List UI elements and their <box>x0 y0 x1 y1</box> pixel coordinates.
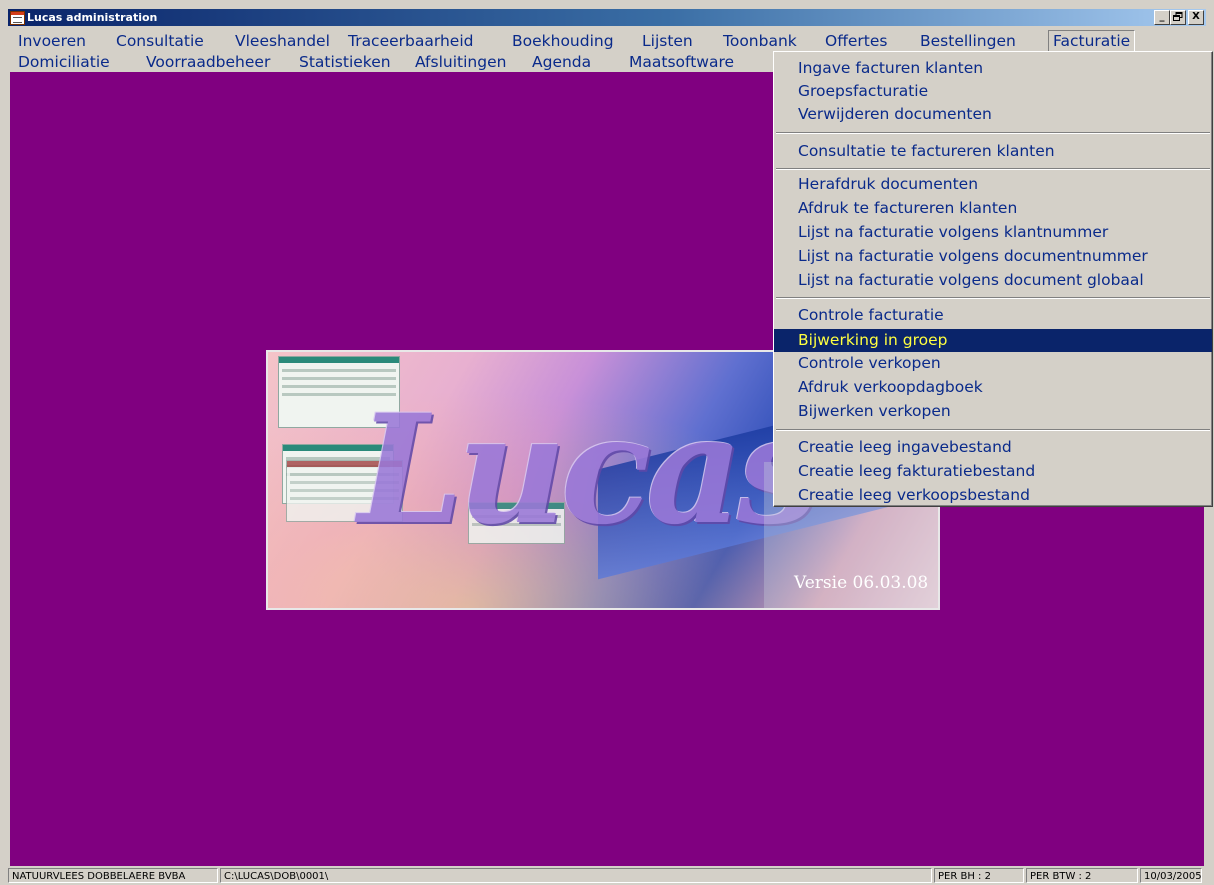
title-bar: Lucas administration _ X <box>8 9 1206 26</box>
menu-item-controle-facturatie[interactable]: Controle facturatie <box>774 305 1212 326</box>
menu-invoeren[interactable]: Invoeren <box>14 30 90 52</box>
menu-domiciliatie[interactable]: Domiciliatie <box>14 51 114 73</box>
status-company: NATUURVLEES DOBBELAERE BVBA <box>8 868 218 883</box>
menu-separator <box>776 429 1210 431</box>
status-bar: NATUURVLEES DOBBELAERE BVBA C:\LUCAS\DOB… <box>8 866 1206 885</box>
menu-separator <box>776 132 1210 134</box>
menu-item-bijwerking-in-groep[interactable]: Bijwerking in groep <box>774 329 1212 352</box>
menu-item-lijst-document-globaal[interactable]: Lijst na facturatie volgens document glo… <box>774 270 1212 291</box>
menu-item-herafdruk-documenten[interactable]: Herafdruk documenten <box>774 174 1212 195</box>
menu-agenda[interactable]: Agenda <box>528 51 595 73</box>
menu-item-ingave-facturen-klanten[interactable]: Ingave facturen klanten <box>774 58 1212 79</box>
menu-item-creatie-leeg-fakturatiebestand[interactable]: Creatie leeg fakturatiebestand <box>774 461 1212 482</box>
menu-bestellingen[interactable]: Bestellingen <box>916 30 1020 52</box>
status-per-btw: PER BTW : 2 <box>1026 868 1138 883</box>
menu-facturatie[interactable]: Facturatie <box>1048 30 1136 52</box>
status-path: C:\LUCAS\DOB\0001\ <box>220 868 932 883</box>
menu-item-creatie-leeg-ingavebestand[interactable]: Creatie leeg ingavebestand <box>774 437 1212 458</box>
menu-maatsoftware[interactable]: Maatsoftware <box>625 51 738 73</box>
menu-consultatie[interactable]: Consultatie <box>112 30 208 52</box>
menu-afsluitingen[interactable]: Afsluitingen <box>411 51 510 73</box>
menu-item-consultatie-te-factureren[interactable]: Consultatie te factureren klanten <box>774 141 1212 162</box>
menu-offertes[interactable]: Offertes <box>821 30 891 52</box>
menu-separator <box>776 168 1210 170</box>
window-title: Lucas administration <box>27 11 158 24</box>
menu-item-lijst-documentnummer[interactable]: Lijst na facturatie volgens documentnumm… <box>774 246 1212 267</box>
menu-traceerbaarheid[interactable]: Traceerbaarheid <box>344 30 477 52</box>
menu-voorraadbeheer[interactable]: Voorraadbeheer <box>142 51 274 73</box>
menu-vleeshandel[interactable]: Vleeshandel <box>231 30 334 52</box>
minimize-button[interactable]: _ <box>1154 10 1170 25</box>
menu-item-verwijderen-documenten[interactable]: Verwijderen documenten <box>774 104 1212 125</box>
splash-logo: Lucas <box>358 382 821 558</box>
status-per-bh: PER BH : 2 <box>934 868 1024 883</box>
menu-item-creatie-leeg-verkoopsbestand[interactable]: Creatie leeg verkoopsbestand <box>774 485 1212 506</box>
menu-item-lijst-klantnummer[interactable]: Lijst na facturatie volgens klantnummer <box>774 222 1212 243</box>
menu-item-groepsfacturatie[interactable]: Groepsfacturatie <box>774 81 1212 102</box>
restore-button[interactable] <box>1170 10 1186 25</box>
menu-boekhouding[interactable]: Boekhouding <box>508 30 618 52</box>
facturatie-dropdown-menu: Ingave facturen klanten Groepsfacturatie… <box>773 51 1213 507</box>
menu-toonbank[interactable]: Toonbank <box>719 30 801 52</box>
status-date: 10/03/2005 <box>1140 868 1202 883</box>
close-button[interactable]: X <box>1188 10 1204 25</box>
splash-version: Versie 06.03.08 <box>794 573 929 593</box>
menu-item-afdruk-te-factureren[interactable]: Afdruk te factureren klanten <box>774 198 1212 219</box>
menu-item-afdruk-verkoopdagboek[interactable]: Afdruk verkoopdagboek <box>774 377 1212 398</box>
menu-separator <box>776 297 1210 299</box>
menu-lijsten[interactable]: Lijsten <box>638 30 697 52</box>
menu-statistieken[interactable]: Statistieken <box>295 51 395 73</box>
app-icon[interactable] <box>10 11 25 25</box>
menu-item-controle-verkopen[interactable]: Controle verkopen <box>774 353 1212 374</box>
menu-item-bijwerken-verkopen[interactable]: Bijwerken verkopen <box>774 401 1212 422</box>
